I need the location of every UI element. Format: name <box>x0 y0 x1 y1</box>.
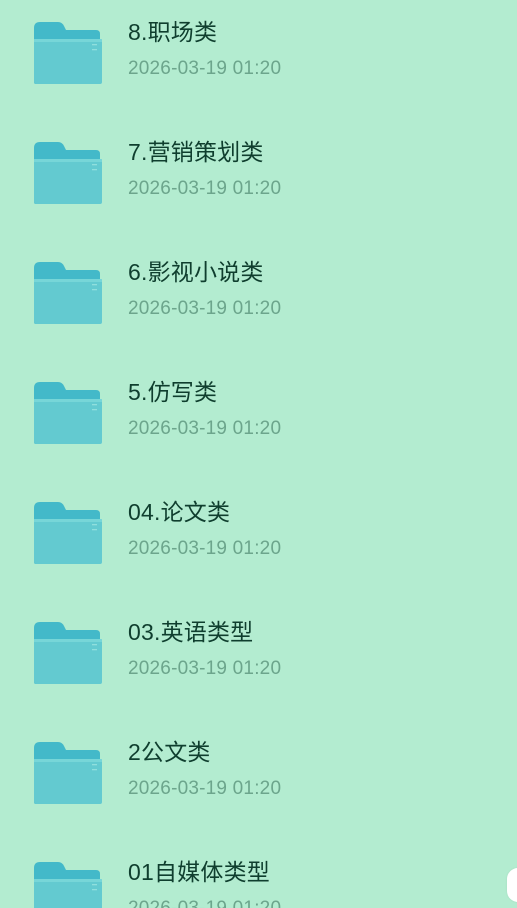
folder-row[interactable]: 7.营销策划类 2026-03-19 01:20 <box>0 120 517 220</box>
folder-name: 7.营销策划类 <box>128 139 264 165</box>
folder-modified-date: 2026-03-19 01:20 <box>128 418 282 439</box>
folder-row[interactable]: 2公文类 2026-03-19 01:20 <box>0 720 517 820</box>
folder-row[interactable]: 03.英语类型 2026-03-19 01:20 <box>0 600 517 700</box>
file-browser-page: 8.职场类 2026-03-19 01:20 7.营销策划类 2026-03-1… <box>0 0 517 908</box>
folder-modified-date: 2026-03-19 01:20 <box>128 538 282 559</box>
folder-list: 8.职场类 2026-03-19 01:20 7.营销策划类 2026-03-1… <box>0 0 517 908</box>
folder-icon <box>32 500 102 566</box>
folder-icon <box>32 20 102 86</box>
folder-modified-date: 2026-03-19 01:20 <box>128 778 282 799</box>
folder-name: 03.英语类型 <box>128 619 254 645</box>
folder-name: 6.影视小说类 <box>128 259 264 285</box>
folder-name: 5.仿写类 <box>128 379 218 405</box>
folder-modified-date: 2026-03-19 01:20 <box>128 298 282 319</box>
folder-name: 8.职场类 <box>128 19 218 45</box>
folder-row[interactable]: 04.论文类 2026-03-19 01:20 <box>0 480 517 580</box>
scrollbar-thumb[interactable] <box>507 868 517 902</box>
folder-row[interactable]: 6.影视小说类 2026-03-19 01:20 <box>0 240 517 340</box>
folder-name: 01自媒体类型 <box>128 859 270 885</box>
folder-icon <box>32 740 102 806</box>
folder-modified-date: 2026-03-19 01:20 <box>128 897 281 908</box>
folder-icon <box>32 260 102 326</box>
folder-modified-date: 2026-03-19 01:20 <box>128 58 282 79</box>
folder-icon <box>32 620 102 686</box>
folder-icon <box>32 860 102 908</box>
folder-row[interactable]: 8.职场类 2026-03-19 01:20 <box>0 0 517 100</box>
folder-icon <box>32 140 102 206</box>
folder-modified-date: 2026-03-19 01:20 <box>128 658 282 679</box>
folder-icon <box>32 380 102 446</box>
folder-row[interactable]: 5.仿写类 2026-03-19 01:20 <box>0 360 517 460</box>
folder-row[interactable]: 01自媒体类型 2026-03-19 01:20 <box>0 840 517 908</box>
folder-name: 04.论文类 <box>128 499 231 525</box>
folder-modified-date: 2026-03-19 01:20 <box>128 178 282 199</box>
folder-name: 2公文类 <box>128 739 211 765</box>
